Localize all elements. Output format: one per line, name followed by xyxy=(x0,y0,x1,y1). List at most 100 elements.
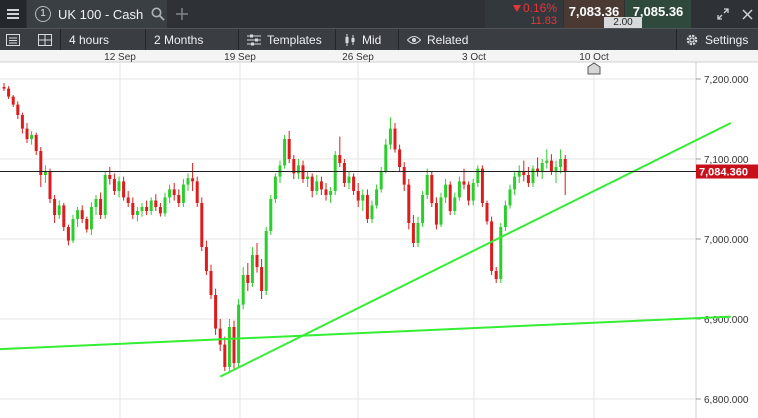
candle-up xyxy=(140,203,144,217)
down-triangle-icon xyxy=(512,4,521,12)
candle-up xyxy=(513,171,517,195)
candle-up xyxy=(135,207,139,222)
candle-up xyxy=(315,175,319,195)
layout-button[interactable] xyxy=(30,29,60,50)
candle-body xyxy=(471,183,475,201)
candle-body xyxy=(269,199,273,231)
candle-up xyxy=(540,159,544,179)
candle-body xyxy=(494,271,498,279)
candle-down xyxy=(223,336,227,371)
candles xyxy=(2,83,567,374)
instrument-tab[interactable]: 1 UK 100 - Cash xyxy=(27,0,167,28)
trendline xyxy=(219,122,732,378)
candle-body xyxy=(333,155,337,191)
x-tick-label: 26 Sep xyxy=(342,52,374,63)
candle-body xyxy=(490,221,494,271)
candle-body xyxy=(411,223,415,243)
candle-up xyxy=(499,223,503,283)
y-tick-label: 7,000.000 xyxy=(704,235,749,246)
candle-body xyxy=(85,219,89,230)
candle-up xyxy=(163,192,167,217)
x-tick-label: 3 Oct xyxy=(462,52,486,63)
candle-body xyxy=(416,223,420,243)
candle-down xyxy=(352,173,356,195)
candle-down xyxy=(145,200,149,215)
candle-down xyxy=(108,167,112,185)
candle-body xyxy=(540,163,544,172)
interval-dropdown[interactable]: 4 hours xyxy=(60,29,144,50)
price-change: 0.16% 11.83 xyxy=(485,0,563,28)
candle-down xyxy=(260,259,264,299)
candle-down xyxy=(131,197,135,219)
candle-body xyxy=(375,189,379,206)
x-axis: 12 Sep 19 Sep 26 Sep 3 Oct 10 Oct xyxy=(0,50,758,63)
settings-button[interactable]: Settings xyxy=(676,29,758,50)
list-button[interactable] xyxy=(0,29,26,50)
chart-overlay: 7,084.360 xyxy=(0,62,758,179)
candle-body xyxy=(112,179,116,191)
candle-body xyxy=(563,159,567,171)
price-type-button[interactable]: Mid xyxy=(335,29,397,50)
candle-body xyxy=(126,197,130,203)
range-dropdown[interactable]: 2 Months xyxy=(145,29,237,50)
candle-body xyxy=(250,255,254,283)
templates-button[interactable]: Templates xyxy=(238,29,334,50)
candle-up xyxy=(559,149,563,174)
candle-body xyxy=(34,135,38,151)
candle-down xyxy=(99,192,103,219)
candle-up xyxy=(89,202,93,235)
candle-down xyxy=(122,176,126,201)
candle-up xyxy=(94,195,98,215)
candle-up xyxy=(444,179,448,203)
candle-down xyxy=(494,267,498,283)
candle-down xyxy=(11,95,15,107)
candle-body xyxy=(453,197,457,211)
candle-down xyxy=(85,216,89,233)
candle-up xyxy=(425,168,429,199)
candle-up xyxy=(375,184,379,209)
candle-body xyxy=(315,181,319,191)
chart-window: 1 UK 100 - Cash 0.16% 11.83 7,083.36 7,0… xyxy=(0,0,758,418)
candle-down xyxy=(177,189,181,207)
candles-icon xyxy=(345,33,355,46)
candle-up xyxy=(384,139,388,174)
candle-body xyxy=(103,175,107,215)
add-instrument-button[interactable] xyxy=(168,0,196,28)
candle-down xyxy=(20,112,24,134)
chart-toolbar: 4 hours 2 Months Templates Mid Related S… xyxy=(0,28,758,50)
candle-body xyxy=(513,176,517,190)
candle-body xyxy=(462,181,466,185)
candle-up xyxy=(379,167,383,193)
candle-body xyxy=(11,96,15,105)
price-chart[interactable]: 12 Sep 19 Sep 26 Sep 3 Oct 10 Oct 7,200.000 7… xyxy=(0,50,758,418)
candle-down xyxy=(2,83,6,91)
candle-up xyxy=(76,207,80,227)
candle-body xyxy=(554,167,558,171)
change-points: 11.83 xyxy=(530,14,557,27)
candle-body xyxy=(57,205,61,215)
candle-up xyxy=(476,165,480,187)
candle-down xyxy=(398,144,402,171)
candle-up xyxy=(388,117,392,150)
candle-body xyxy=(361,195,365,201)
candle-up xyxy=(103,171,107,219)
spread-badge: 2.00 xyxy=(604,17,642,28)
candle-body xyxy=(273,176,277,199)
candle-body xyxy=(117,181,121,191)
menu-button[interactable] xyxy=(0,0,26,28)
close-button[interactable] xyxy=(736,0,758,28)
related-button[interactable]: Related xyxy=(398,29,478,50)
expand-icon xyxy=(717,8,729,20)
candle-body xyxy=(30,135,34,139)
related-label: Related xyxy=(427,32,469,47)
search-icon[interactable] xyxy=(151,7,165,21)
candle-body xyxy=(329,191,333,195)
candle-body xyxy=(425,175,429,195)
candle-body xyxy=(108,175,112,179)
candle-up xyxy=(361,189,365,211)
candle-body xyxy=(99,199,103,215)
candle-body xyxy=(145,207,149,211)
expand-button[interactable] xyxy=(712,0,734,28)
x-tick-label: 19 Sep xyxy=(224,52,256,63)
candle-body xyxy=(508,189,512,206)
